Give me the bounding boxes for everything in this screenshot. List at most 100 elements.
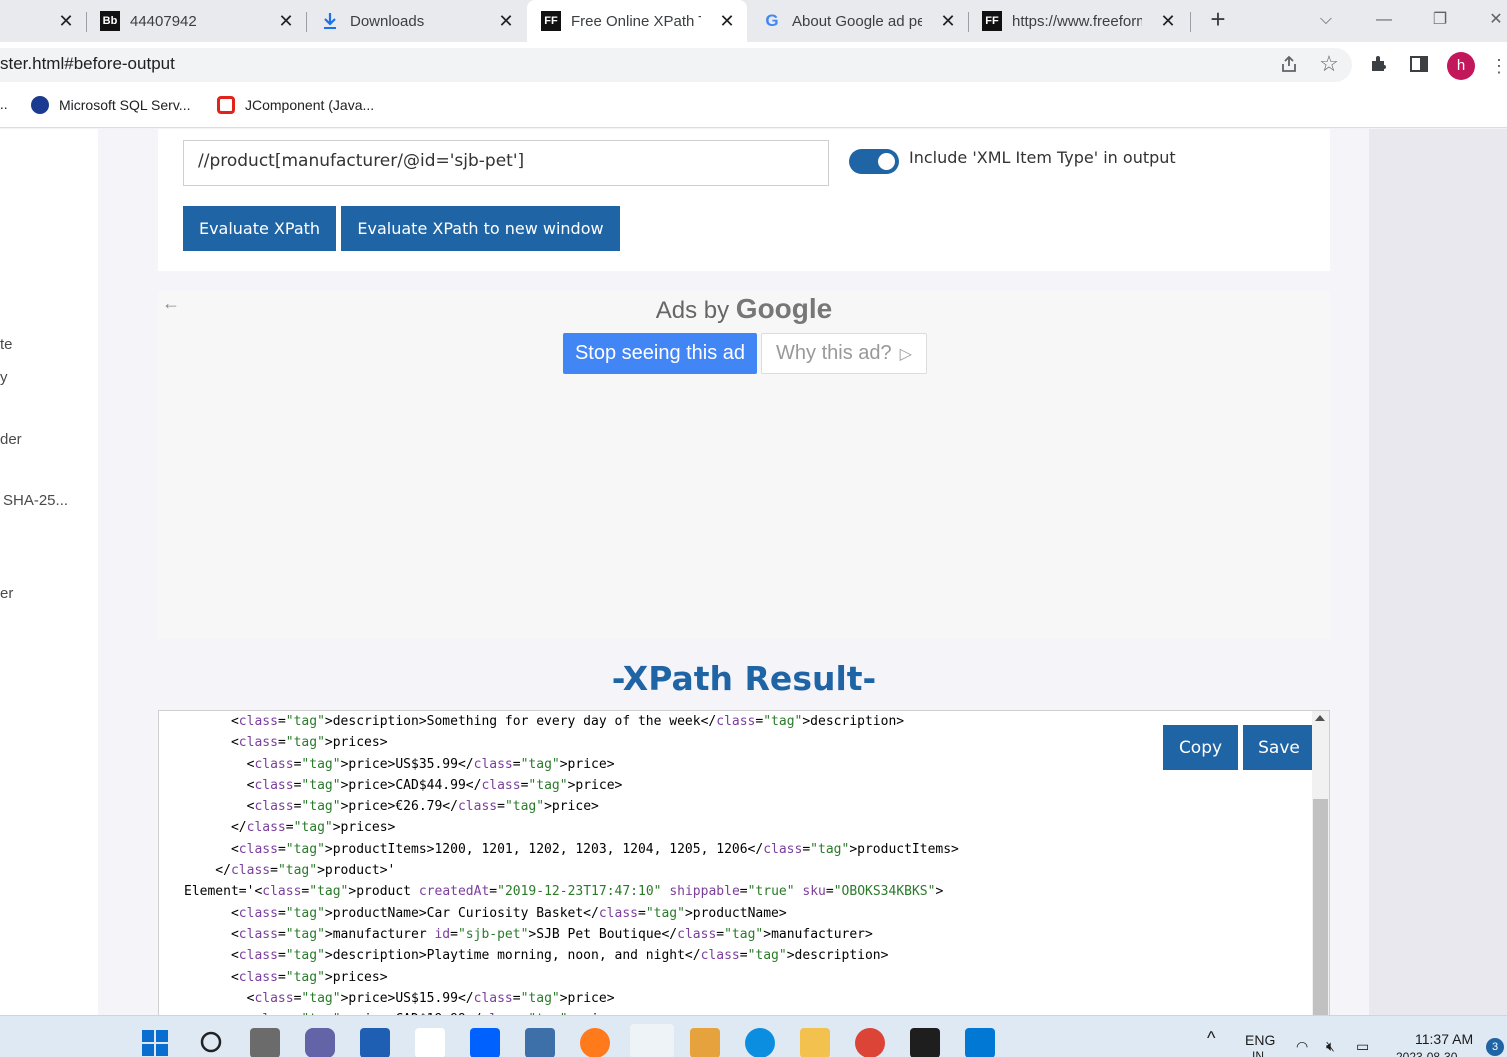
teams-chat-icon[interactable] [305,1028,335,1057]
evaluate-xpath-new-window-button[interactable]: Evaluate XPath to new window [341,206,620,251]
close-window-icon[interactable]: ✕ [1484,8,1507,32]
toggle-label: Include 'XML Item Type' in output [909,148,1176,167]
close-icon[interactable]: ✕ [717,11,737,31]
main-content: //product[manufacturer/@id='sjb-pet'] In… [98,129,1369,1015]
amazon-icon[interactable] [415,1028,445,1057]
terminal-icon[interactable] [910,1028,940,1057]
task-view-icon[interactable] [250,1028,280,1057]
stop-seeing-ad-button[interactable]: Stop seeing this ad [563,333,757,374]
sidebar-item[interactable]: der [0,431,22,448]
result-code-line: <class="tag">prices> [184,735,388,751]
paint-app-icon[interactable] [690,1028,720,1057]
tab-google-ad[interactable]: G About Google ad per ✕ [748,0,968,42]
chrome-icon[interactable] [855,1028,885,1057]
toggle-knob [878,153,895,170]
battery-icon[interactable]: ▭ [1356,1038,1369,1055]
share-icon[interactable] [1277,54,1301,78]
tab-separator [1190,12,1191,32]
scrollbar-thumb[interactable] [1313,799,1328,1015]
result-code-line: <class="tag">productItems>1200, 1201, 12… [184,841,959,857]
sidebar-item[interactable]: SHA-25... [3,492,68,509]
tab-partial[interactable]: ✕ [0,0,86,42]
bookmark-label: JComponent (Java... [245,97,375,113]
result-code-line: <class="tag">price>CAD$44.99</class="tag… [184,777,623,793]
url-text[interactable]: ster.html#before-output [0,54,175,74]
firefox-icon[interactable] [580,1028,610,1057]
result-code: <class="tag">description>Something for e… [184,711,959,1015]
close-icon[interactable]: ✕ [496,11,516,31]
sidebar-item[interactable]: y [0,369,8,386]
tab-freeformatter[interactable]: FF https://www.freeform ✕ [968,0,1188,42]
bookmark-item[interactable]: ... [0,96,8,112]
sidebar-item[interactable]: er [0,585,13,602]
xml-item-type-toggle[interactable] [849,149,899,174]
xpath-form-card: //product[manufacturer/@id='sjb-pet'] In… [158,129,1330,271]
address-bar[interactable]: ster.html#before-output [0,48,1352,82]
edge-icon[interactable] [745,1028,775,1057]
ads-by-google: Ads by Google [158,293,1330,325]
tab-search-chevron-icon[interactable]: ⌵ [1314,8,1338,32]
bookmarks-bar: ... Microsoft SQL Serv... JComponent (Ja… [0,86,1507,128]
browser-toolbar: ster.html#before-output ☆ h ⋮ [0,42,1507,86]
left-sidebar-nav: te y der SHA-25... er [0,129,98,1015]
result-code-line: <class="tag">productName>Car Curiosity B… [184,905,787,921]
snipping-tool-icon[interactable] [630,1024,674,1057]
tab-xpath-tester[interactable]: FF Free Online XPath Tes ✕ [527,0,747,42]
vscode-icon[interactable] [965,1028,995,1057]
bookmark-star-icon[interactable]: ☆ [1317,52,1341,76]
freeformatter-favicon-icon: FF [982,11,1002,31]
close-icon[interactable]: ✕ [938,11,958,31]
notification-badge[interactable]: 3 [1486,1038,1504,1056]
windows-start-icon[interactable] [140,1028,170,1057]
clock-time[interactable]: 11:37 AM [1415,1031,1473,1047]
sidebar-item[interactable]: te [0,336,13,353]
language-indicator[interactable]: ENG [1245,1032,1275,1048]
right-gutter [1369,129,1507,1015]
file-explorer-icon[interactable] [800,1028,830,1057]
close-icon[interactable]: ✕ [56,11,76,31]
result-code-line: </class="tag">product>' [184,863,396,879]
bookmark-item-sql-server[interactable]: Microsoft SQL Serv... [31,96,190,114]
side-panel-icon[interactable] [1407,54,1431,78]
close-icon[interactable]: ✕ [276,11,296,31]
oracle-favicon-icon [217,96,235,114]
evaluate-xpath-button[interactable]: Evaluate XPath [183,206,336,251]
why-this-ad-button[interactable]: Why this ad? ▷ [761,333,927,374]
close-icon[interactable]: ✕ [1158,11,1178,31]
volume-muted-icon[interactable]: 🔇︎ [1326,1038,1335,1055]
wifi-icon[interactable]: ◠ [1296,1038,1308,1055]
copy-button[interactable]: Copy [1163,725,1238,770]
tab-title: Free Online XPath Tes [571,12,701,30]
restore-icon[interactable]: ❐ [1428,8,1452,32]
microsoft-store-icon[interactable] [360,1028,390,1057]
clock-date: 2023-08-30 [1396,1050,1458,1057]
tab-downloads[interactable]: Downloads ✕ [306,0,526,42]
scroll-up-arrow-icon[interactable] [1315,715,1325,721]
minimize-icon[interactable]: — [1372,8,1396,32]
tray-chevron-up-icon[interactable]: ^ [1207,1028,1215,1049]
search-icon[interactable] [197,1028,227,1057]
new-tab-plus-icon[interactable]: + [1204,6,1232,34]
save-button[interactable]: Save [1243,725,1315,770]
dropbox-icon[interactable] [470,1028,500,1057]
tab-title: About Google ad per [792,12,922,30]
xpath-expression-input[interactable]: //product[manufacturer/@id='sjb-pet'] [183,140,829,186]
result-code-line: <class="tag">description>Playtime mornin… [184,948,889,964]
ads-by-text: Ads by [655,297,730,324]
bookmark-item-jcomponent[interactable]: JComponent (Java... [217,96,374,114]
profile-avatar[interactable]: h [1447,52,1475,80]
google-favicon-icon: G [765,11,779,30]
blackboard-favicon-icon: Bb [100,11,120,31]
tab-title: https://www.freeform [1012,12,1142,30]
extensions-puzzle-icon[interactable] [1367,54,1391,78]
windows-taskbar: ^ ENG IN ◠ 🔇︎ ▭ 11:37 AM 2023-08-30 [0,1015,1507,1057]
virtualbox-icon[interactable] [525,1028,555,1057]
result-scrollbar[interactable] [1312,711,1329,1015]
browser-tab-strip: ✕ Bb 44407942 ✕ Downloads ✕ FF Free Onli… [0,0,1507,42]
tab-blackboard[interactable]: Bb 44407942 ✕ [86,0,306,42]
result-output-box[interactable]: <class="tag">description>Something for e… [158,710,1330,1015]
freeformatter-favicon-icon: FF [541,11,561,31]
google-logo: Google [735,293,833,324]
menu-kebab-icon[interactable]: ⋮ [1487,54,1507,78]
result-code-line: Element='<class="tag">product createdAt=… [184,884,944,900]
